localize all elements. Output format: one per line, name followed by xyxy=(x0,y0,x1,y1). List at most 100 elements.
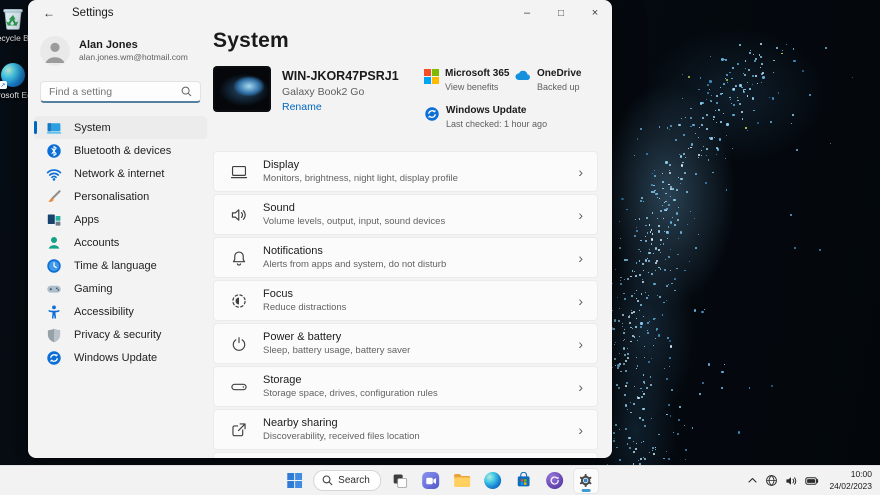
window-title: Settings xyxy=(72,7,114,19)
sidebar-item-bluetooth-devices[interactable]: Bluetooth & devices xyxy=(34,139,207,162)
settings-main-panel: System WIN-JKOR47PSRJ1 Galaxy Book2 Go R… xyxy=(213,26,612,458)
network-globe-icon[interactable] xyxy=(765,474,778,487)
bluetooth-icon xyxy=(46,143,62,159)
tile-title: Windows Update xyxy=(446,105,547,118)
running-app-indicator xyxy=(581,489,590,492)
rename-link[interactable]: Rename xyxy=(282,101,399,113)
apps-icon xyxy=(46,212,62,228)
sidebar-item-accessibility[interactable]: Accessibility xyxy=(34,300,207,323)
tile-onedrive[interactable]: OneDrive Backed up xyxy=(514,68,598,93)
circle-arrow-app-icon xyxy=(546,472,563,489)
tile-subtitle: Backed up xyxy=(537,82,581,94)
file-explorer-button[interactable] xyxy=(450,469,474,493)
store-icon xyxy=(515,472,532,489)
wifi-icon xyxy=(46,166,62,182)
sidebar-item-label: Gaming xyxy=(74,283,113,295)
settings-row-sound[interactable]: Sound Volume levels, output, input, sound… xyxy=(213,194,598,235)
sidebar-item-apps[interactable]: Apps xyxy=(34,208,207,231)
circle-arrow-app-button[interactable] xyxy=(543,469,567,493)
accounts-icon xyxy=(46,235,62,251)
account-email: alan.jones.wm@hotmail.com xyxy=(79,52,188,63)
sidebar-item-gaming[interactable]: Gaming xyxy=(34,277,207,300)
taskbar: Search xyxy=(0,465,880,495)
settings-row-multi-tasking[interactable]: Multi-taskingSnap windows, desktops, tas… xyxy=(213,452,598,458)
row-title: Sound xyxy=(263,202,445,214)
gamepad-icon xyxy=(46,281,62,297)
tile-windows-update[interactable]: Windows Update Last checked: 1 hour ago xyxy=(424,105,598,130)
settings-row-notifications[interactable]: NotificationsAlerts from apps and system… xyxy=(213,237,598,278)
sidebar-item-personalisation[interactable]: Personalisation xyxy=(34,185,207,208)
tile-microsoft-365[interactable]: Microsoft 365 View benefits xyxy=(424,68,512,93)
chevron-right-icon: › xyxy=(578,380,583,394)
taskbar-clock[interactable]: 10:00 24/02/2023 xyxy=(829,469,872,491)
back-button[interactable]: ← xyxy=(34,6,64,20)
maximize-button[interactable]: □ xyxy=(544,0,578,26)
storage-drive-icon xyxy=(230,378,248,396)
sidebar-item-windows-update[interactable]: Windows Update xyxy=(34,346,207,369)
focus-icon xyxy=(230,292,248,310)
minimize-button[interactable]: – xyxy=(510,0,544,26)
account-profile[interactable]: Alan Jones alan.jones.wm@hotmail.com xyxy=(40,36,201,66)
settings-row-display[interactable]: DisplayMonitors, brightness, night light… xyxy=(213,151,598,192)
volume-icon[interactable] xyxy=(785,475,798,487)
settings-sidebar: Alan Jones alan.jones.wm@hotmail.com Fin… xyxy=(28,26,213,458)
close-button[interactable]: × xyxy=(578,0,612,26)
sidebar-item-network-internet[interactable]: Network & internet xyxy=(34,162,207,185)
windows-logo-icon xyxy=(287,473,302,488)
row-title: Storage xyxy=(263,374,438,386)
row-title: Power & battery xyxy=(263,331,410,343)
sidebar-item-label: Apps xyxy=(74,214,99,226)
device-header: WIN-JKOR47PSRJ1 Galaxy Book2 Go Rename M… xyxy=(213,66,598,130)
sidebar-item-accounts[interactable]: Accounts xyxy=(34,231,207,254)
accessibility-icon xyxy=(46,304,62,320)
tile-title: OneDrive xyxy=(537,68,581,81)
settings-row-storage[interactable]: StorageStorage space, drives, configurat… xyxy=(213,366,598,407)
settings-row-nearby-sharing[interactable]: Nearby sharing Discoverability, received … xyxy=(213,409,598,450)
start-button[interactable] xyxy=(282,469,306,493)
settings-rows: DisplayMonitors, brightness, night light… xyxy=(213,151,598,458)
chevron-right-icon: › xyxy=(578,294,583,308)
sidebar-item-label: Personalisation xyxy=(74,191,149,203)
edge-browser-button[interactable] xyxy=(481,469,505,493)
chevron-right-icon: › xyxy=(578,208,583,222)
settings-row-power-battery[interactable]: Power & batterySleep, battery usage, bat… xyxy=(213,323,598,364)
window-titlebar[interactable]: ← Settings – □ × xyxy=(28,0,612,26)
sidebar-item-label: Accounts xyxy=(74,237,119,249)
row-title: Nearby sharing xyxy=(263,417,420,429)
taskbar-search[interactable]: Search xyxy=(313,470,381,491)
page-title: System xyxy=(213,29,598,53)
sidebar-item-system[interactable]: System xyxy=(34,116,207,139)
search-input[interactable]: Find a setting xyxy=(40,81,201,103)
chevron-right-icon: › xyxy=(578,251,583,265)
chat-teams-button[interactable] xyxy=(419,469,443,493)
task-view-button[interactable] xyxy=(388,469,412,493)
sidebar-item-label: Bluetooth & devices xyxy=(74,145,171,157)
chevron-right-icon: › xyxy=(578,423,583,437)
row-subtitle: Alerts from apps and system, do not dist… xyxy=(263,259,446,270)
sidebar-item-label: Privacy & security xyxy=(74,329,161,341)
row-subtitle: Volume levels, output, input, sound devi… xyxy=(263,216,445,227)
clock-time: 10:00 xyxy=(829,469,872,480)
microsoft-365-icon xyxy=(424,69,439,84)
sidebar-item-privacy-security[interactable]: Privacy & security xyxy=(34,323,207,346)
battery-icon[interactable] xyxy=(805,475,819,487)
folder-icon xyxy=(453,473,471,488)
microsoft-store-button[interactable] xyxy=(512,469,536,493)
row-subtitle: Discoverability, received files location xyxy=(263,431,420,442)
gear-icon xyxy=(577,472,594,489)
clock-icon xyxy=(46,258,62,274)
shield-icon xyxy=(46,327,62,343)
sidebar-nav: System Bluetooth & devices Network & int… xyxy=(28,116,213,369)
settings-row-focus[interactable]: FocusReduce distractions › xyxy=(213,280,598,321)
speaker-icon xyxy=(230,206,248,224)
clock-date: 24/02/2023 xyxy=(829,481,872,492)
search-icon xyxy=(322,475,333,486)
edge-icon: ↗ xyxy=(0,62,26,88)
recycle-bin-icon xyxy=(0,5,26,31)
teams-chat-icon xyxy=(422,472,439,489)
system-icon xyxy=(46,120,62,136)
sidebar-item-time-language[interactable]: Time & language xyxy=(34,254,207,277)
search-icon xyxy=(181,86,192,97)
tray-chevron-icon[interactable] xyxy=(747,475,758,486)
settings-app-button[interactable] xyxy=(574,469,598,493)
